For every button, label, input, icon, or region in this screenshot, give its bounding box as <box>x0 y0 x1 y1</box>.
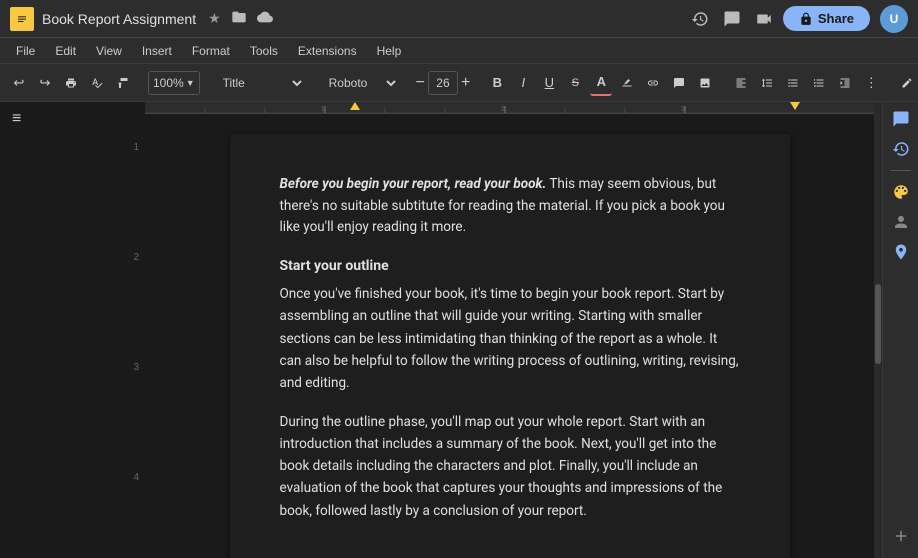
paint-format-button[interactable] <box>112 70 134 96</box>
horizontal-ruler: 1 2 3 <box>145 102 874 114</box>
page-num-4: 4 <box>133 472 139 483</box>
underline-button[interactable]: U <box>538 70 560 96</box>
menu-view[interactable]: View <box>88 42 130 60</box>
scrollbar-thumb[interactable] <box>875 284 881 364</box>
more-options-button[interactable]: ⋮ <box>860 70 882 96</box>
line-spacing-button[interactable] <box>756 70 778 96</box>
top-icons <box>691 10 773 28</box>
page-num-3: 3 <box>133 362 139 373</box>
svg-text:2: 2 <box>501 106 505 113</box>
app-logo <box>10 7 34 31</box>
strikethrough-button[interactable]: S <box>564 70 586 96</box>
paragraph-1: Before you begin your report, read your … <box>280 174 740 239</box>
person-icon[interactable] <box>892 213 910 231</box>
font-size-decrease[interactable]: − <box>414 75 427 91</box>
right-sidebar <box>882 102 918 558</box>
share-label: Share <box>818 11 854 26</box>
add-icon[interactable] <box>892 527 910 545</box>
palette-icon[interactable] <box>892 183 910 201</box>
bold-button[interactable]: B <box>486 70 508 96</box>
paragraph-3: During the outline phase, you'll map out… <box>280 411 740 522</box>
font-size-control: − 26 + <box>414 71 473 95</box>
zoom-selector[interactable]: 100% ▼ <box>148 71 200 95</box>
font-dropdown[interactable]: RobotoArialTimes New Roman <box>320 70 400 96</box>
svg-text:3: 3 <box>681 106 685 113</box>
style-dropdown[interactable]: TitleNormal textHeading 1 <box>214 70 306 96</box>
title-right: Share U <box>691 5 908 33</box>
insert-image-button[interactable] <box>694 70 716 96</box>
cloud-icon[interactable] <box>257 9 273 28</box>
document-page: Before you begin your report, read your … <box>230 134 790 558</box>
bullets-button[interactable] <box>782 70 804 96</box>
page-num-2: 2 <box>133 252 139 263</box>
menu-edit[interactable]: Edit <box>47 42 84 60</box>
sidebar-divider <box>891 170 911 171</box>
ruler-container: 1 2 3 Before you begin your report, read… <box>145 102 874 558</box>
undo-button[interactable]: ↩ <box>8 70 30 96</box>
highlight-button[interactable] <box>616 70 638 96</box>
menu-file[interactable]: File <box>8 42 43 60</box>
main-area: ≡ 1 2 3 4 1 2 3 <box>0 102 918 558</box>
video-icon[interactable] <box>755 10 773 28</box>
menu-help[interactable]: Help <box>369 42 410 60</box>
spellcheck-button[interactable] <box>86 70 108 96</box>
share-button[interactable]: Share <box>783 6 870 31</box>
redo-button[interactable]: ↪ <box>34 70 56 96</box>
toolbar: ↩ ↪ 100% ▼ TitleNormal textHeading 1 Rob… <box>0 64 918 102</box>
history-icon[interactable] <box>691 10 709 28</box>
left-margin: ≡ 1 2 3 4 <box>0 102 145 558</box>
paragraph-2: Once you've finished your book, it's tim… <box>280 283 740 394</box>
menu-bar: File Edit View Insert Format Tools Exten… <box>0 38 918 64</box>
section-heading-outline: Start your outline <box>280 255 740 277</box>
menu-format[interactable]: Format <box>184 42 238 60</box>
star-icon[interactable]: ★ <box>208 10 221 27</box>
menu-insert[interactable]: Insert <box>134 42 180 60</box>
history-side-icon[interactable] <box>892 140 910 158</box>
numbering-button[interactable] <box>808 70 830 96</box>
menu-tools[interactable]: Tools <box>242 42 286 60</box>
insert-comment-button[interactable] <box>668 70 690 96</box>
font-size-increase[interactable]: + <box>459 75 472 91</box>
font-size-input[interactable]: 26 <box>428 71 458 95</box>
document-scroll-area[interactable]: Before you begin your report, read your … <box>145 114 874 558</box>
doc-title: Book Report Assignment <box>42 11 196 27</box>
menu-extensions[interactable]: Extensions <box>290 42 365 60</box>
chat-bubble-icon[interactable] <box>892 110 910 128</box>
print-button[interactable] <box>60 70 82 96</box>
zoom-value: 100% <box>153 76 184 90</box>
align-button[interactable] <box>730 70 752 96</box>
svg-text:1: 1 <box>321 106 325 113</box>
comment-icon[interactable] <box>723 10 741 28</box>
sidebar-toggle[interactable]: ≡ <box>12 110 21 128</box>
drawing-button[interactable] <box>896 70 918 96</box>
italic-button[interactable]: I <box>512 70 534 96</box>
link-button[interactable] <box>642 70 664 96</box>
indent-button[interactable] <box>834 70 856 96</box>
title-icons: ★ <box>208 9 273 28</box>
vertical-scrollbar[interactable] <box>874 102 882 558</box>
folder-icon[interactable] <box>231 9 247 28</box>
map-pin-icon[interactable] <box>892 243 910 261</box>
title-bar: Book Report Assignment ★ Share U <box>0 0 918 38</box>
para1-bold: Before you begin your report, read your … <box>280 176 547 192</box>
page-num-1: 1 <box>133 142 139 153</box>
font-color-button[interactable]: A <box>590 70 612 96</box>
user-avatar[interactable]: U <box>880 5 908 33</box>
